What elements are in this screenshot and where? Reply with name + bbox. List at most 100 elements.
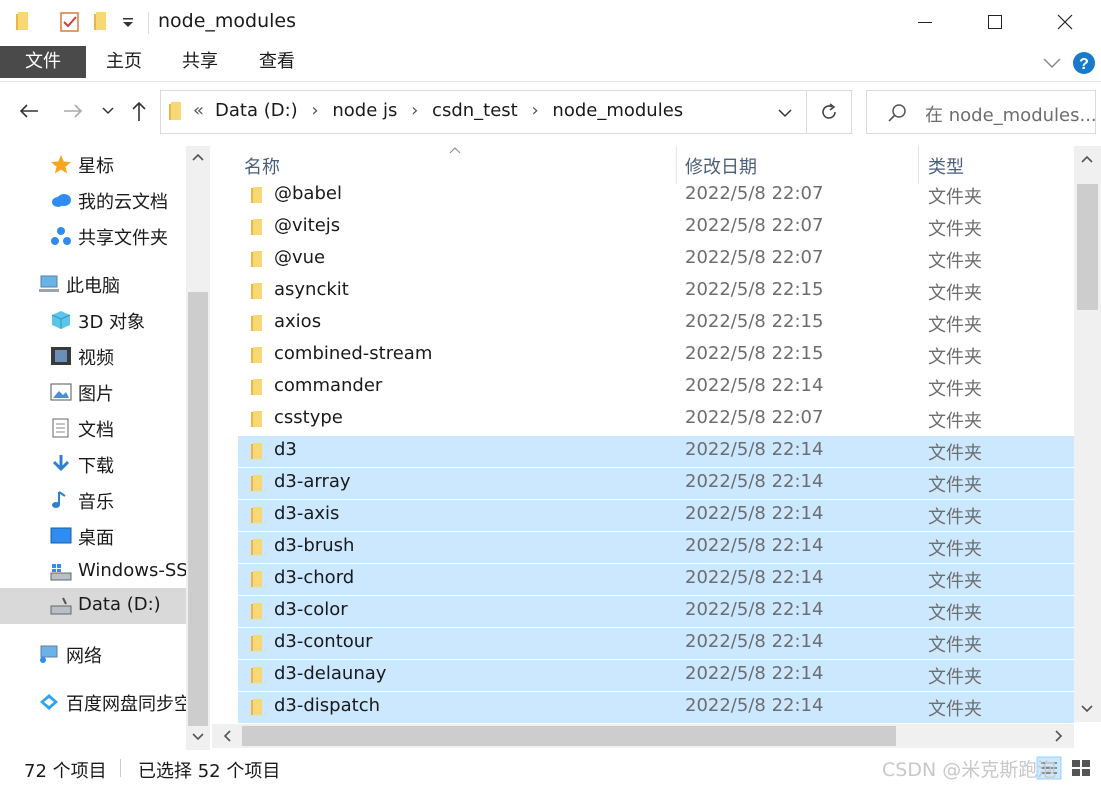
file-name[interactable]: d3 (274, 439, 297, 460)
nav-scrollbar[interactable] (186, 146, 210, 750)
file-name[interactable]: combined-stream (274, 343, 432, 364)
file-name[interactable]: d3-chord (274, 567, 354, 588)
breadcrumb-item[interactable]: csdn_test (432, 100, 518, 121)
file-row[interactable]: d3-dispatch 2022/5/8 22:14 文件夹 (238, 692, 1074, 723)
scroll-thumb[interactable] (242, 726, 896, 746)
column-header-row: 名称 修改日期 类型 (212, 146, 1074, 184)
nav-item-3d-objects[interactable]: 3D 对象 (0, 302, 186, 338)
tab-share[interactable]: 共享 (172, 44, 228, 80)
tab-home[interactable]: 主页 (96, 44, 152, 80)
nav-item-network[interactable]: 网络 (0, 636, 186, 672)
column-header-date[interactable]: 修改日期 (685, 153, 757, 179)
scroll-thumb[interactable] (1077, 184, 1098, 310)
column-header-type[interactable]: 类型 (928, 153, 964, 179)
new-folder-icon[interactable] (92, 10, 112, 34)
file-name[interactable]: commander (274, 375, 382, 396)
nav-item-this-pc[interactable]: 此电脑 (0, 266, 186, 302)
close-button[interactable] (1038, 0, 1092, 44)
breadcrumb-separator-icon[interactable]: › (411, 100, 418, 121)
file-name[interactable]: asynckit (274, 279, 349, 300)
nav-item-windows-ssd[interactable]: Windows-SSD (0, 554, 186, 590)
recent-locations-button[interactable] (96, 96, 120, 126)
maximize-button[interactable] (968, 0, 1022, 44)
nav-item-documents[interactable]: 文档 (0, 410, 186, 446)
scroll-right-icon[interactable] (1054, 729, 1064, 743)
nav-item-shared-folder[interactable]: 共享文件夹 (0, 218, 186, 254)
file-name[interactable]: @vue (274, 247, 325, 268)
breadcrumb-item[interactable]: Data (D:) (215, 100, 298, 121)
file-name[interactable]: @babel (274, 183, 342, 204)
forward-button[interactable] (58, 96, 88, 126)
search-box[interactable]: 在 node_modules... (866, 90, 1097, 134)
file-row[interactable]: d3-color 2022/5/8 22:14 文件夹 (238, 596, 1074, 627)
scroll-down-icon[interactable] (1080, 704, 1094, 714)
file-name[interactable]: d3-color (274, 599, 348, 620)
address-history-chevron-icon[interactable] (777, 108, 793, 118)
minimize-button[interactable] (898, 0, 952, 44)
breadcrumb-overflow[interactable]: « (193, 100, 204, 121)
search-input[interactable]: 在 node_modules... (925, 101, 1097, 127)
file-name[interactable]: d3-axis (274, 503, 339, 524)
watermark: CSDN @米克斯跑泡 (882, 759, 1057, 781)
tab-file[interactable]: 文件 (0, 46, 86, 78)
column-header-name[interactable]: 名称 (244, 153, 280, 179)
ribbon-expand-chevron-icon[interactable] (1042, 56, 1062, 70)
breadcrumb-separator-icon[interactable]: › (311, 100, 318, 121)
help-icon[interactable]: ? (1072, 51, 1096, 75)
properties-icon[interactable] (58, 10, 82, 34)
address-bar[interactable]: « Data (D:) › node js › csdn_test › node… (160, 90, 808, 134)
scroll-up-icon[interactable] (191, 152, 205, 162)
refresh-button[interactable] (806, 90, 852, 134)
scroll-thumb[interactable] (188, 292, 208, 726)
file-row[interactable]: d3-axis 2022/5/8 22:14 文件夹 (238, 500, 1074, 531)
nav-item-desktop[interactable]: 桌面 (0, 518, 186, 554)
breadcrumb-separator-icon[interactable]: › (531, 100, 538, 121)
up-button[interactable] (124, 96, 154, 126)
file-name[interactable]: d3-array (274, 471, 351, 492)
breadcrumb-item[interactable]: node_modules (552, 100, 683, 121)
column-divider[interactable] (676, 146, 677, 184)
nav-item-cloud-docs[interactable]: 我的云文档 (0, 182, 186, 218)
file-row[interactable]: asynckit 2022/5/8 22:15 文件夹 (238, 276, 1074, 307)
file-name[interactable]: axios (274, 311, 321, 332)
file-row[interactable]: @vue 2022/5/8 22:07 文件夹 (238, 244, 1074, 275)
scroll-up-icon[interactable] (1080, 154, 1094, 164)
nav-item-downloads[interactable]: 下载 (0, 446, 186, 482)
file-name[interactable]: d3-dispatch (274, 695, 380, 716)
breadcrumb-item[interactable]: node js (332, 100, 397, 121)
scroll-left-icon[interactable] (222, 729, 232, 743)
nav-item-data-d[interactable]: Data (D:) (0, 588, 186, 624)
file-row[interactable]: combined-stream 2022/5/8 22:15 文件夹 (238, 340, 1074, 371)
file-name[interactable]: @vitejs (274, 215, 340, 236)
large-icons-view-icon[interactable] (1068, 756, 1094, 780)
file-row[interactable]: @vitejs 2022/5/8 22:07 文件夹 (238, 212, 1074, 243)
nav-item-starred[interactable]: 星标 (0, 146, 186, 182)
file-type: 文件夹 (928, 379, 982, 400)
customize-dropdown-icon[interactable] (120, 10, 136, 34)
file-row[interactable]: @babel 2022/5/8 22:07 文件夹 (238, 180, 1074, 211)
back-button[interactable] (14, 96, 44, 126)
file-row[interactable]: d3-contour 2022/5/8 22:14 文件夹 (238, 628, 1074, 659)
scroll-down-icon[interactable] (191, 732, 205, 742)
horizontal-scrollbar[interactable] (212, 724, 1074, 748)
nav-item-music[interactable]: 音乐 (0, 482, 186, 518)
file-name[interactable]: d3-delaunay (274, 663, 386, 684)
file-row[interactable]: d3-brush 2022/5/8 22:14 文件夹 (238, 532, 1074, 563)
file-row[interactable]: axios 2022/5/8 22:15 文件夹 (238, 308, 1074, 339)
file-name[interactable]: d3-contour (274, 631, 373, 652)
file-name[interactable]: csstype (274, 407, 343, 428)
tab-view[interactable]: 查看 (249, 44, 305, 80)
nav-item-baidu-sync[interactable]: 百度网盘同步空间 (0, 684, 186, 720)
file-row[interactable]: d3 2022/5/8 22:14 文件夹 (238, 436, 1074, 467)
nav-item-label: 此电脑 (66, 276, 120, 297)
file-row[interactable]: d3-chord 2022/5/8 22:14 文件夹 (238, 564, 1074, 595)
file-row[interactable]: commander 2022/5/8 22:14 文件夹 (238, 372, 1074, 403)
nav-item-videos[interactable]: 视频 (0, 338, 186, 374)
column-divider[interactable] (918, 146, 919, 184)
file-list-scrollbar[interactable] (1074, 146, 1101, 722)
file-row[interactable]: csstype 2022/5/8 22:07 文件夹 (238, 404, 1074, 435)
file-row[interactable]: d3-array 2022/5/8 22:14 文件夹 (238, 468, 1074, 499)
file-name[interactable]: d3-brush (274, 535, 354, 556)
file-row[interactable]: d3-delaunay 2022/5/8 22:14 文件夹 (238, 660, 1074, 691)
nav-item-pictures[interactable]: 图片 (0, 374, 186, 410)
